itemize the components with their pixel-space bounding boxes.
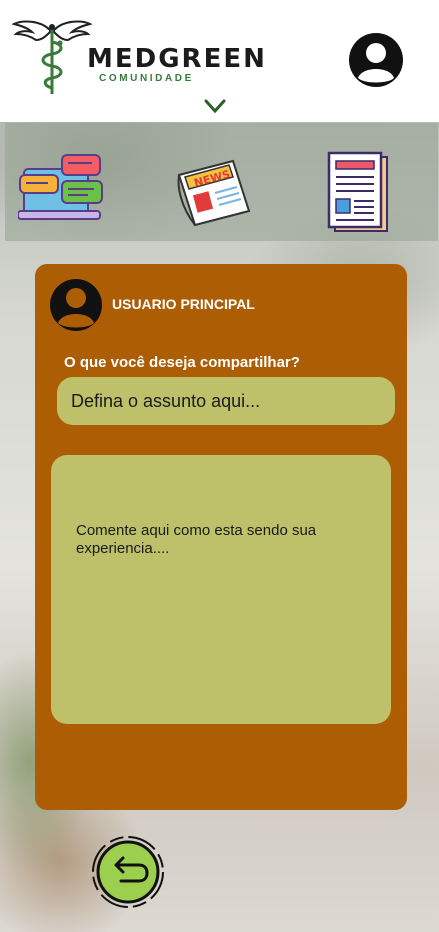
user-avatar-icon[interactable] xyxy=(348,32,404,88)
brand-logo[interactable]: MEDGREEN COMUNIDADE xyxy=(12,18,265,98)
chat-bubbles-icon[interactable] xyxy=(18,153,106,221)
username-label: USUARIO PRINCIPAL xyxy=(112,296,255,312)
user-avatar-icon[interactable] xyxy=(49,278,103,332)
back-button[interactable] xyxy=(89,834,167,910)
subject-input[interactable] xyxy=(57,377,395,425)
share-question-label: O que você deseja compartilhar? xyxy=(64,354,300,371)
chevron-down-icon[interactable] xyxy=(203,98,227,114)
caduceus-icon xyxy=(12,20,92,94)
app-header: MEDGREEN COMUNIDADE xyxy=(0,0,439,122)
document-icon[interactable] xyxy=(327,151,391,233)
newspaper-icon[interactable]: NEWS xyxy=(175,157,255,227)
brand-name: MEDGREEN xyxy=(87,44,267,74)
brand-subtitle: COMUNIDADE xyxy=(99,73,194,84)
comment-textarea[interactable] xyxy=(51,455,391,724)
feature-nav-bar: NEWS xyxy=(5,123,438,241)
post-composer-card: USUARIO PRINCIPAL O que você deseja comp… xyxy=(35,264,407,810)
